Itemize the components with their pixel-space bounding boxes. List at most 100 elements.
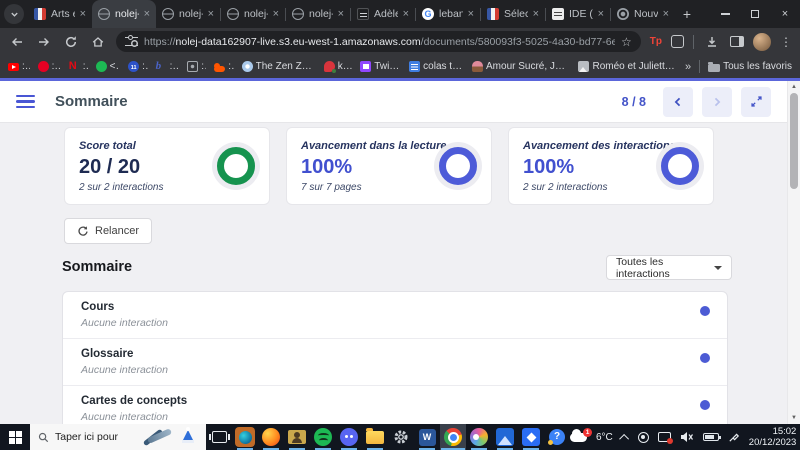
taskbar-app-settings[interactable] — [388, 424, 414, 450]
maximize-button[interactable] — [740, 0, 770, 28]
weather-temperature: 6°C — [596, 431, 613, 443]
firefox-icon — [262, 428, 280, 446]
card-title: Avancement dans la lecture — [301, 139, 447, 152]
tab-close-icon[interactable]: × — [273, 8, 279, 20]
reload-button[interactable] — [62, 33, 80, 51]
taskbar-app-paint[interactable] — [466, 424, 492, 450]
list-item[interactable]: Cartes de concepts Aucune interaction — [63, 386, 727, 424]
tab-close-icon[interactable]: × — [598, 8, 604, 20]
taskbar-app-firefox[interactable] — [258, 424, 284, 450]
bookmark-item[interactable]: <3 — [95, 61, 120, 72]
fullscreen-button[interactable] — [741, 86, 771, 117]
taskbar-app-chrome[interactable] — [440, 424, 466, 450]
home-button[interactable] — [89, 33, 107, 51]
taskbar-clock[interactable]: 15:02 20/12/2023 — [749, 426, 797, 448]
taskbar-app-explorer[interactable] — [362, 424, 388, 450]
tp-extension-icon[interactable]: Tp — [650, 36, 662, 47]
battery-button[interactable] — [702, 433, 721, 441]
downloads-button[interactable] — [703, 33, 721, 51]
volume-muted-button[interactable] — [680, 431, 694, 443]
taskbar-app-people[interactable] — [284, 424, 310, 450]
browser-tab[interactable]: nolej- × — [286, 0, 350, 28]
taskbar-app-orange[interactable] — [232, 424, 258, 450]
menu-icon[interactable] — [16, 94, 35, 109]
browser-menu-icon[interactable]: ⋮ — [780, 35, 792, 49]
forward-button[interactable] — [35, 33, 53, 51]
interactions-filter-dropdown[interactable]: Toutes les interactions — [606, 255, 732, 280]
browser-tab[interactable]: Arts e × — [28, 0, 92, 28]
tab-close-icon[interactable]: × — [468, 8, 474, 20]
bookmark-item[interactable]: Amour Sucré, Jeu d'... — [472, 61, 570, 72]
tab-close-icon[interactable]: × — [144, 8, 150, 20]
scroll-down-icon[interactable]: ▼ — [788, 415, 800, 421]
browser-tab[interactable]: nolej- × — [221, 0, 285, 28]
scrollbar-thumb[interactable] — [790, 93, 798, 189]
tab-close-icon[interactable]: × — [403, 8, 409, 20]
minimize-button[interactable] — [710, 0, 740, 28]
bookmark-label: Twitch — [374, 61, 402, 72]
page-scrollbar[interactable]: ▲ ▼ — [787, 81, 800, 424]
close-window-button[interactable]: × — [770, 0, 800, 28]
bookmark-item[interactable]: The Zen Zone — [241, 61, 316, 72]
bookmark-item[interactable]: :D — [37, 61, 61, 72]
browser-tab-active[interactable]: nolej- × — [92, 0, 156, 28]
browser-tab[interactable]: nolej- × — [156, 0, 220, 28]
url-bar[interactable]: https://nolej-data162907-live.s3.eu-west… — [116, 31, 641, 52]
side-panel-icon[interactable] — [730, 36, 744, 47]
tab-close-icon[interactable]: × — [338, 8, 344, 20]
tab-close-icon[interactable]: × — [80, 8, 86, 20]
bookmark-item[interactable]: :] — [187, 61, 206, 72]
tab-close-icon[interactable]: × — [533, 8, 539, 20]
bookmark-item[interactable]: :( — [214, 61, 234, 72]
next-page-button[interactable] — [702, 86, 732, 117]
task-view-button[interactable] — [206, 424, 232, 450]
frame-icon — [187, 61, 199, 72]
tab-close-icon[interactable]: × — [208, 8, 214, 20]
page-title: Sommaire — [55, 93, 128, 110]
taskbar-app-blue[interactable] — [518, 424, 544, 450]
list-item[interactable]: Cours Aucune interaction — [63, 292, 727, 339]
new-tab-button[interactable]: + — [675, 6, 699, 22]
scroll-up-icon[interactable]: ▲ — [788, 84, 800, 90]
start-button[interactable] — [0, 424, 30, 450]
bookmark-item[interactable]: :0 — [8, 61, 30, 72]
weather-button[interactable]: 1 — [570, 427, 592, 442]
bookmark-item[interactable]: kith — [323, 61, 352, 73]
taskbar-app-discord[interactable] — [336, 424, 362, 450]
all-favorites-button[interactable]: Tous les favoris — [708, 61, 792, 72]
taskbar-app-word[interactable]: W — [414, 424, 440, 450]
restart-button[interactable]: Relancer — [64, 218, 153, 244]
browser-tab[interactable]: IDE (i × — [546, 0, 610, 28]
extensions-icon[interactable] — [671, 35, 684, 48]
tab-close-icon[interactable]: × — [663, 8, 669, 20]
usb-tray-button[interactable] — [728, 431, 740, 443]
site-settings-icon[interactable] — [125, 35, 138, 46]
bookmark-item[interactable]: colas tuto — [409, 61, 464, 72]
record-tray-button[interactable] — [637, 431, 649, 443]
screen-capture-tray-button[interactable] — [657, 432, 673, 444]
bookmark-item[interactable]: Roméo et Juliette -... — [578, 61, 677, 72]
taskbar-app-help[interactable]: ? — [544, 424, 570, 450]
bookmark-item[interactable]: N:/ — [69, 61, 88, 73]
bookmarks-overflow-chevron[interactable]: » — [685, 61, 691, 73]
taskbar-app-spotify[interactable] — [310, 424, 336, 450]
spotify-icon — [314, 428, 332, 446]
back-button[interactable] — [8, 33, 26, 51]
browser-tab[interactable]: Nouv × — [611, 0, 675, 28]
taskbar-search-box[interactable]: Taper ici pour — [30, 424, 206, 450]
browser-tab[interactable]: G leban × — [416, 0, 480, 28]
profile-avatar[interactable] — [753, 32, 771, 51]
tray-expand-button[interactable] — [618, 433, 629, 444]
bookmark-item[interactable]: b:O — [156, 61, 180, 73]
folder-icon — [708, 61, 721, 72]
browser-tab[interactable]: Sélect × — [481, 0, 545, 28]
taskbar-app-photos[interactable] — [492, 424, 518, 450]
bookmark-item[interactable]: Twitch — [360, 61, 401, 72]
bookmark-item[interactable]: 11:) — [128, 61, 148, 72]
card-subtitle: 2 sur 2 interactions — [523, 181, 608, 193]
browser-tab[interactable]: Adèle × — [351, 0, 415, 28]
previous-page-button[interactable] — [663, 86, 693, 117]
tab-search-button[interactable] — [4, 4, 24, 24]
bookmark-star-icon[interactable]: ☆ — [621, 35, 632, 49]
list-item[interactable]: Glossaire Aucune interaction — [63, 339, 727, 386]
